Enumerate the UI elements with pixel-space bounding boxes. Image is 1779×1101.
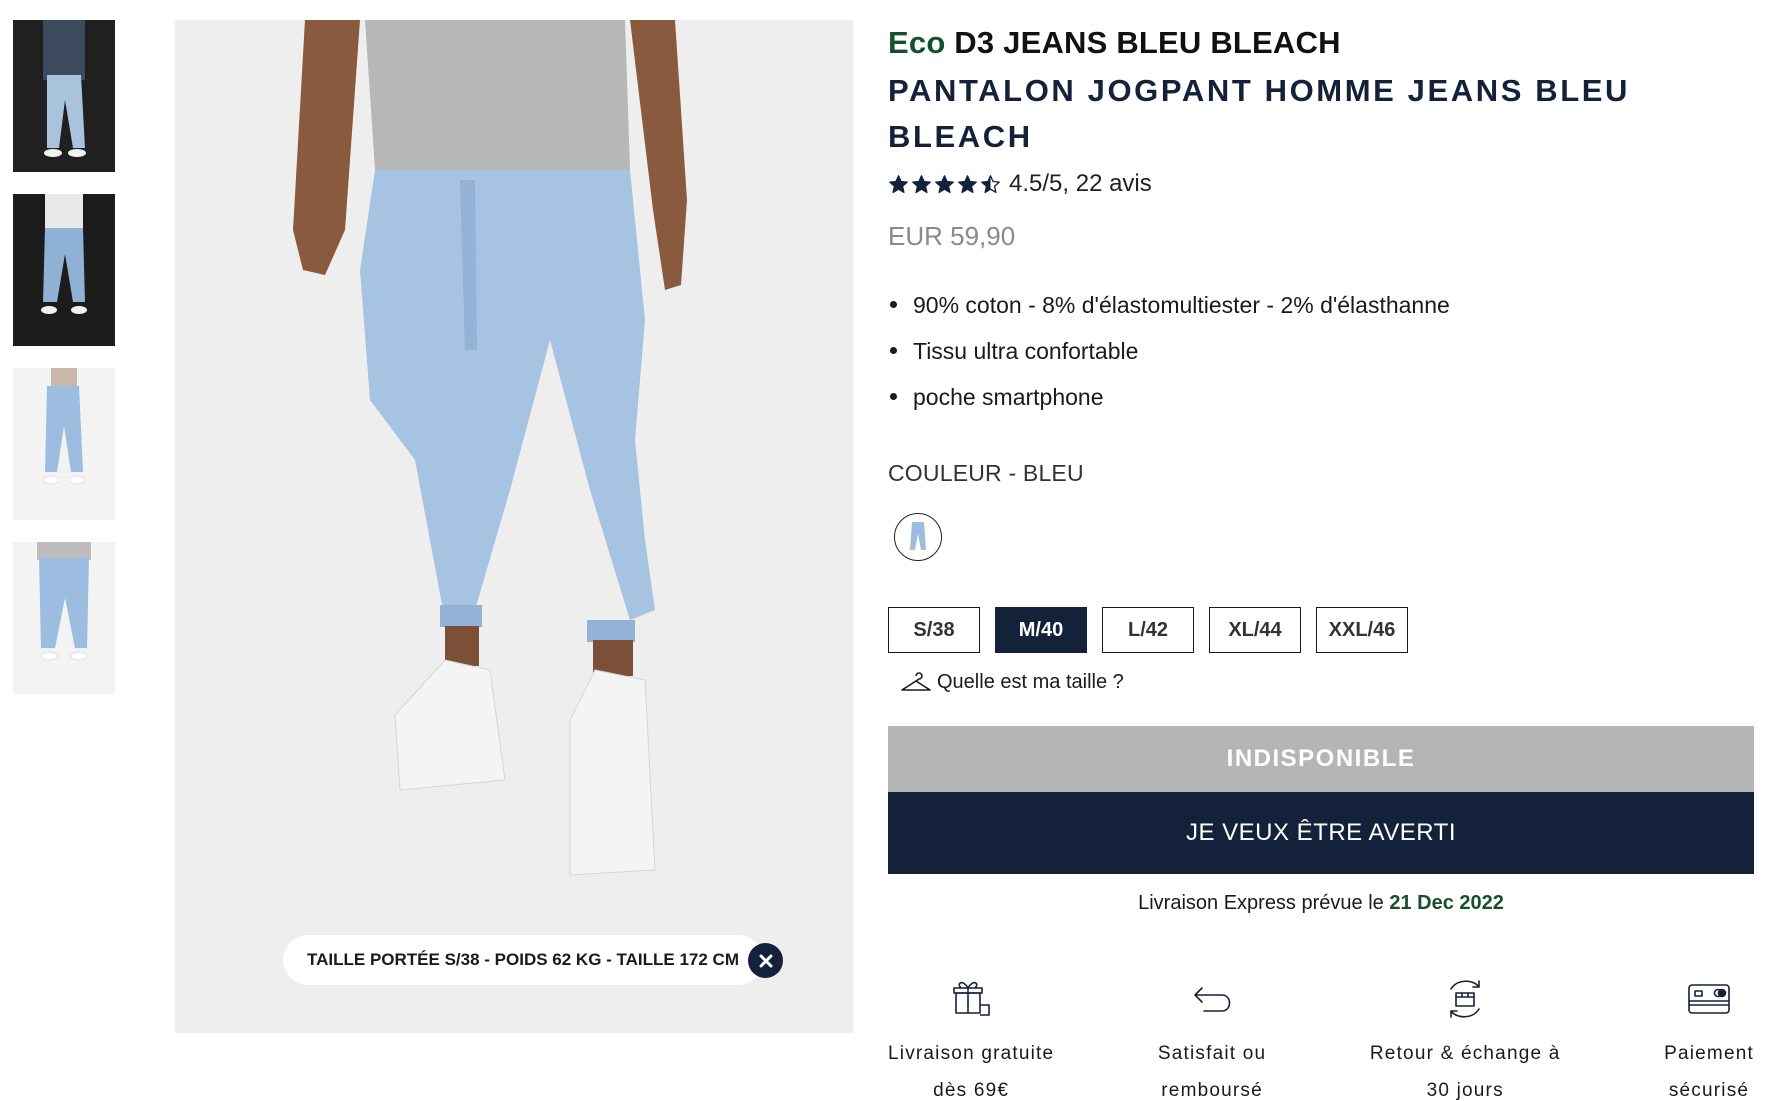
- feature-item: Tissu ultra confortable: [888, 328, 1754, 374]
- main-product-image[interactable]: TAILLE PORTÉE S/38 - POIDS 62 KG - TAILL…: [175, 20, 853, 1033]
- size-option-m40[interactable]: M/40: [995, 607, 1087, 653]
- size-guide-link[interactable]: Quelle est ma taille ?: [900, 671, 1754, 694]
- unavailable-button: INDISPONIBLE: [888, 726, 1754, 792]
- star-icon: [958, 174, 977, 193]
- close-note-button[interactable]: [748, 943, 783, 978]
- delivery-estimate: Livraison Express prévue le 21 Dec 2022: [888, 892, 1754, 915]
- star-icon: [981, 174, 1000, 193]
- thumbnail-3-image: [13, 368, 115, 520]
- product-photo: [175, 20, 853, 1033]
- reassurance-text: Satisfait ou remboursé: [1158, 1035, 1266, 1101]
- reassurance-line-2: 30 jours: [1426, 1080, 1504, 1101]
- product-price: EUR 59,90: [888, 221, 1016, 251]
- product-name: D3 JEANS BLEU BLEACH: [954, 25, 1341, 60]
- brand-prefix: Eco: [888, 25, 946, 60]
- feature-text: 90% coton - 8% d'élastomultiester - 2% d…: [913, 292, 1450, 318]
- star-icon: [935, 174, 954, 193]
- feature-text: poche smartphone: [913, 384, 1104, 410]
- reassurance-line-1: Retour & échange à: [1369, 1043, 1561, 1064]
- color-label: COULEUR - BLEU: [888, 460, 1084, 486]
- reassurance-line-2: remboursé: [1161, 1080, 1263, 1101]
- size-guide-label: Quelle est ma taille ?: [937, 671, 1124, 693]
- return-arrow-icon: [1194, 987, 1231, 1012]
- thumbnail-list: [13, 20, 115, 716]
- delivery-prefix: Livraison Express prévue le: [1138, 892, 1384, 914]
- product-info: Eco D3 JEANS BLEU BLEACH PANTALON JOGPAN…: [888, 20, 1754, 1101]
- jeans-swatch-icon: [910, 522, 926, 550]
- size-option-s38[interactable]: S/38: [888, 607, 980, 653]
- reassurance-refund: Satisfait ou remboursé: [1158, 975, 1266, 1101]
- rating-text: 4.5/5, 22 avis: [1009, 170, 1152, 197]
- reassurance-line-1: Satisfait ou: [1157, 1043, 1267, 1064]
- reassurance-text: Livraison gratuite dès 69€: [888, 1035, 1054, 1101]
- thumbnail-1[interactable]: [13, 20, 115, 172]
- rating-stars: [888, 174, 1003, 195]
- exchange-box-icon: [1450, 980, 1480, 1018]
- bullet-icon: [890, 347, 897, 354]
- reassurance-secure-payment: Paiement sécurisé: [1664, 975, 1754, 1101]
- thumbnail-2-image: [13, 194, 115, 346]
- close-icon: [759, 954, 772, 967]
- product-subtitle: PANTALON JOGPANT HOMME JEANS BLEU BLEACH: [888, 73, 1630, 154]
- color-swatch-bleu[interactable]: [894, 513, 942, 561]
- reassurance-line-1: Livraison gratuite: [888, 1043, 1055, 1064]
- star-icon: [889, 174, 908, 193]
- thumbnail-4-image: [13, 542, 115, 694]
- product-title: Eco D3 JEANS BLEU BLEACH: [888, 20, 1754, 66]
- reassurance-text: Paiement sécurisé: [1664, 1035, 1754, 1101]
- delivery-date: 21 Dec 2022: [1389, 892, 1504, 914]
- size-option-xl44[interactable]: XL/44: [1209, 607, 1301, 653]
- size-option-l42[interactable]: L/42: [1102, 607, 1194, 653]
- gift-icon: [953, 981, 990, 1016]
- reassurance-line-1: Paiement: [1664, 1043, 1754, 1064]
- credit-card-icon: [1688, 984, 1730, 1014]
- thumbnail-4[interactable]: [13, 542, 115, 694]
- bullet-icon: [890, 301, 897, 308]
- notify-me-button[interactable]: JE VEUX ÊTRE AVERTI: [888, 792, 1754, 874]
- reassurance-list: Livraison gratuite dès 69€ Satisfait ou …: [888, 975, 1754, 1101]
- size-worn-note: TAILLE PORTÉE S/38 - POIDS 62 KG - TAILL…: [283, 935, 763, 985]
- feature-item: poche smartphone: [888, 374, 1754, 420]
- reassurance-line-2: sécurisé: [1668, 1080, 1750, 1101]
- thumbnail-2[interactable]: [13, 194, 115, 346]
- thumbnail-3[interactable]: [13, 368, 115, 520]
- reassurance-line-2: dès 69€: [933, 1080, 1010, 1101]
- feature-list: 90% coton - 8% d'élastomultiester - 2% d…: [888, 282, 1754, 420]
- hanger-icon: [901, 671, 931, 691]
- reassurance-free-delivery: Livraison gratuite dès 69€: [888, 975, 1054, 1101]
- thumbnail-1-image: [13, 20, 115, 172]
- size-option-xxl46[interactable]: XXL/46: [1316, 607, 1408, 653]
- feature-item: 90% coton - 8% d'élastomultiester - 2% d…: [888, 282, 1754, 328]
- reassurance-text: Retour & échange à 30 jours: [1370, 1035, 1561, 1101]
- size-selector: S/38 M/40 L/42 XL/44 XXL/46: [888, 607, 1754, 653]
- star-icon: [912, 174, 931, 193]
- product-rating[interactable]: 4.5/5, 22 avis: [888, 164, 1754, 204]
- reassurance-exchange: Retour & échange à 30 jours: [1370, 975, 1561, 1101]
- feature-text: Tissu ultra confortable: [913, 338, 1139, 364]
- bullet-icon: [890, 393, 897, 400]
